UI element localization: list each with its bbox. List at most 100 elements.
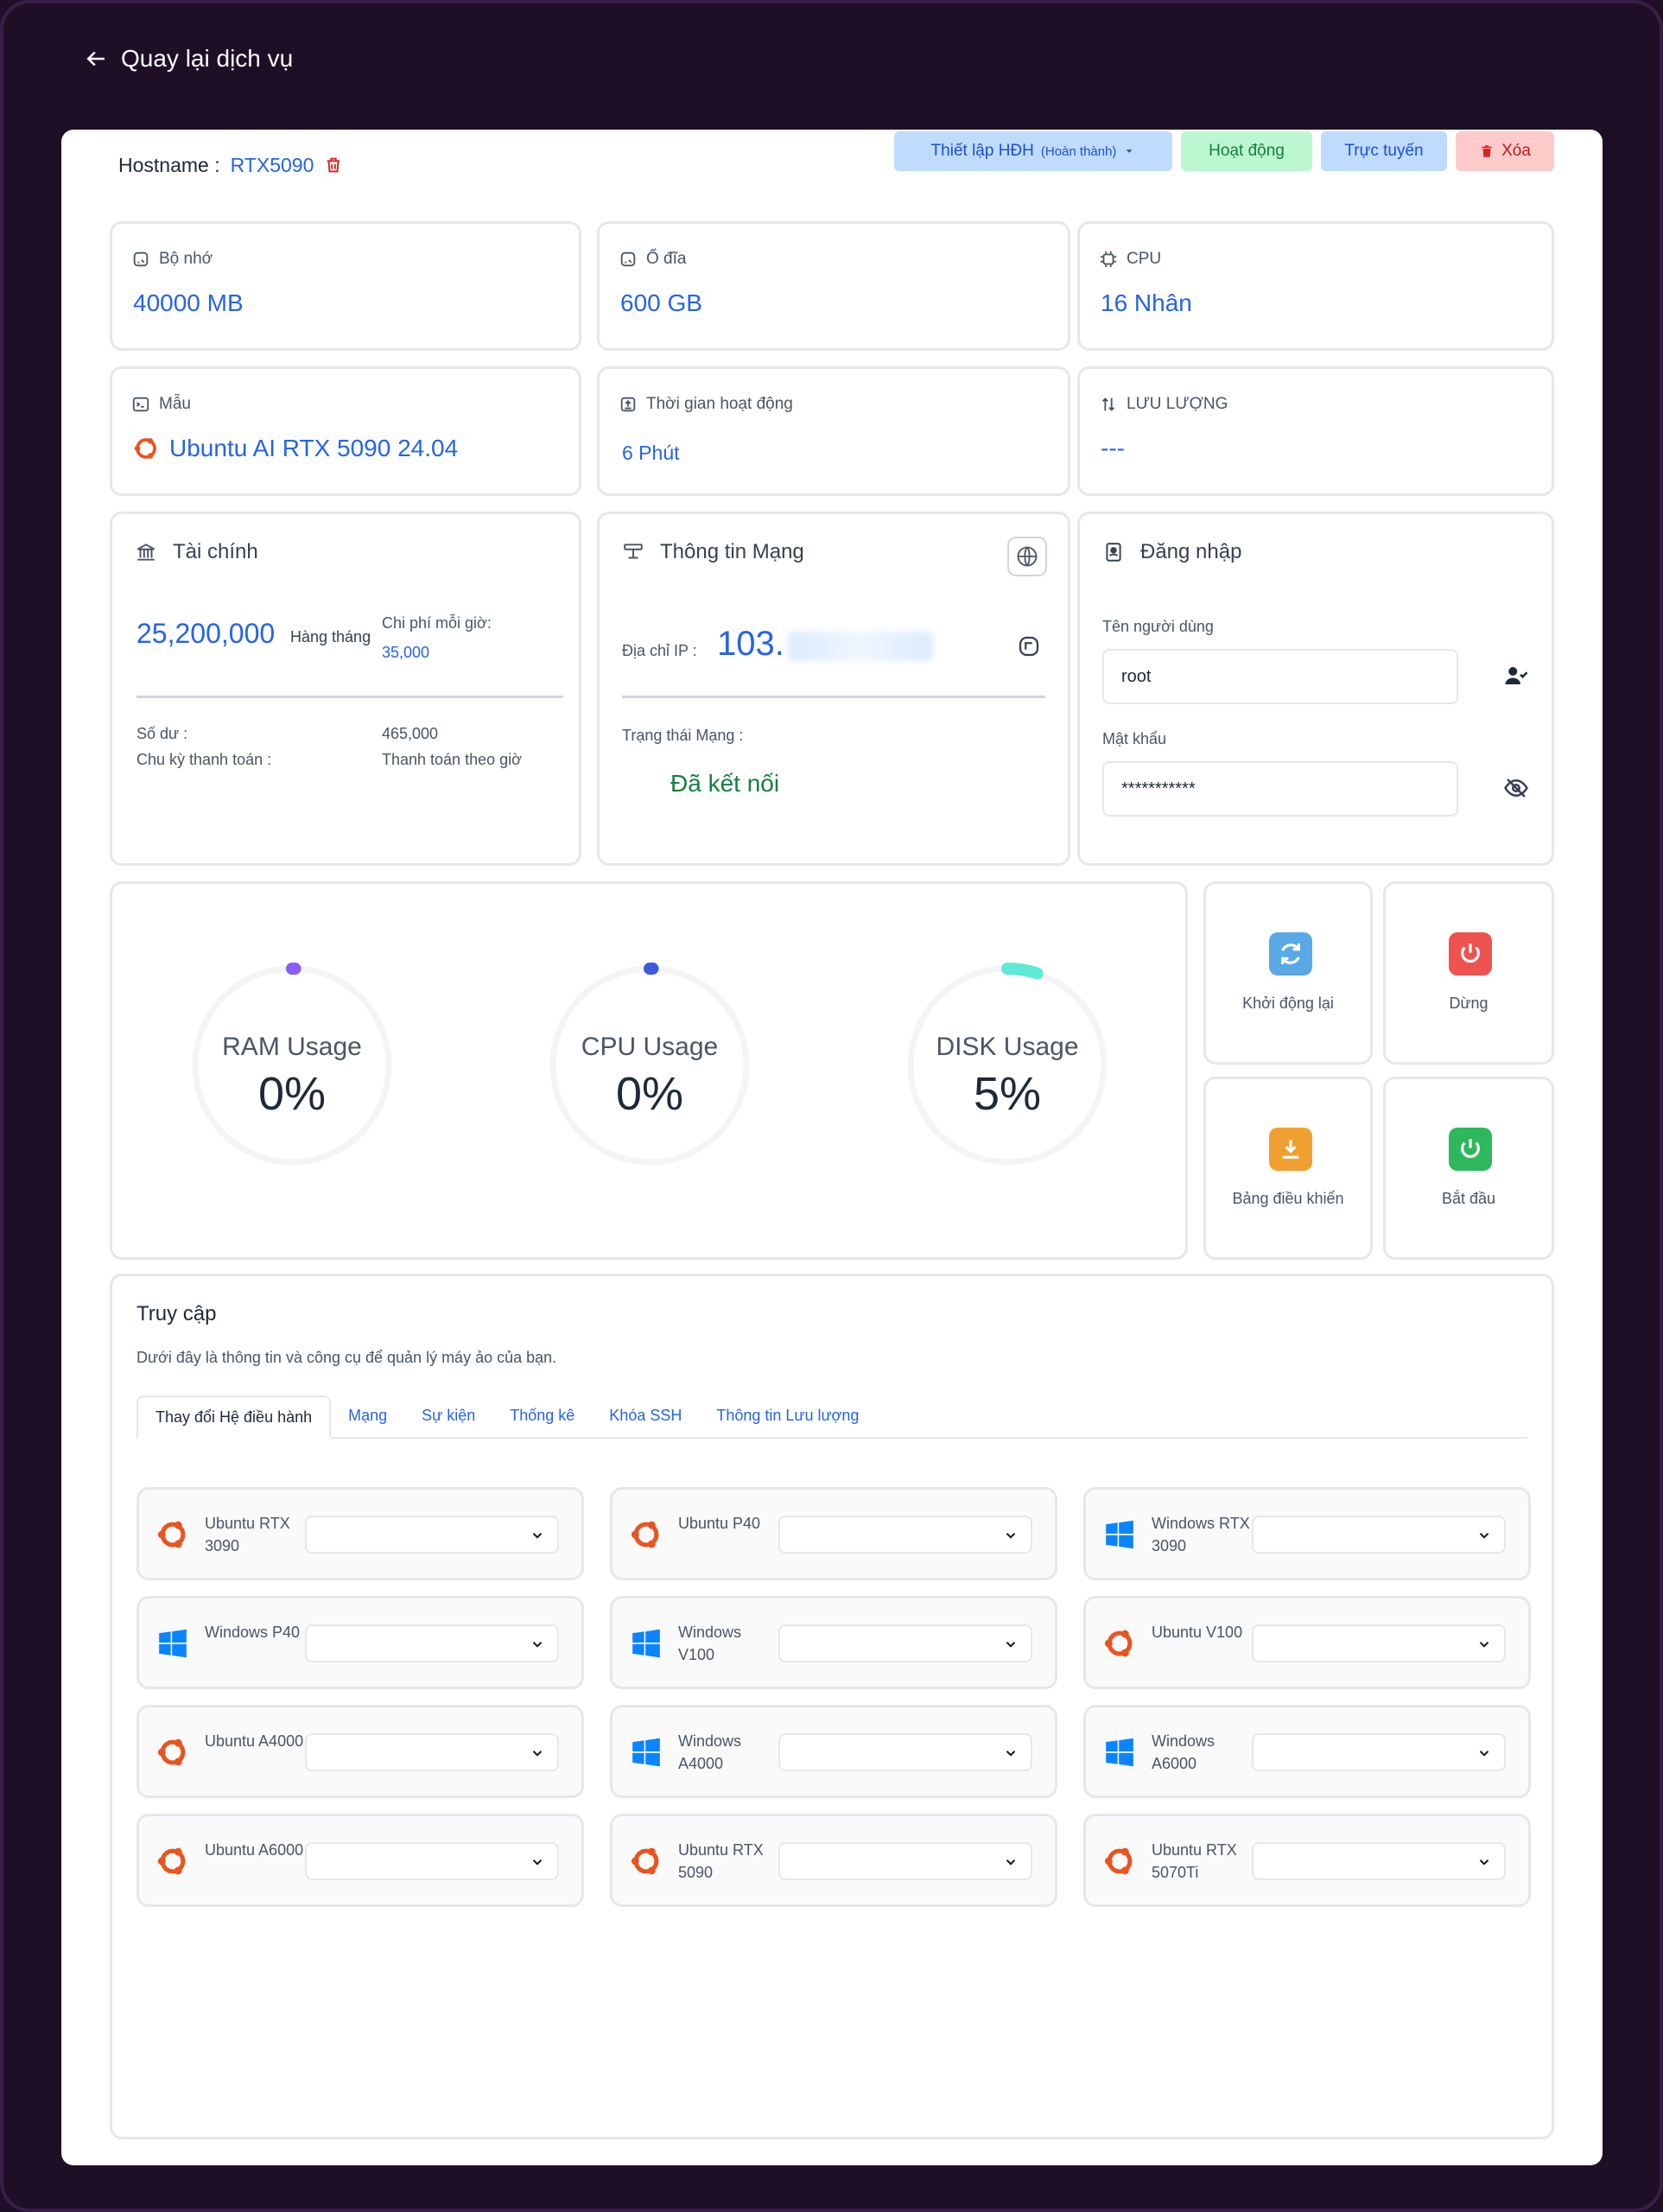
restart-button[interactable]: Khởi động lại [1203, 881, 1373, 1065]
tab-statistics[interactable]: Thống kê [492, 1394, 592, 1437]
windows-logo-icon [632, 1738, 660, 1767]
tab-network[interactable]: Mạng [331, 1394, 404, 1437]
trash-icon [1482, 145, 1493, 157]
os-version-select[interactable] [778, 1624, 1032, 1662]
chevron-down-icon [1006, 1859, 1016, 1866]
globe-button[interactable] [1007, 537, 1047, 576]
billing-cycle-value: Thanh toán theo giờ [382, 751, 522, 768]
user-check-icon[interactable] [1503, 663, 1529, 689]
hostname-label: Hostname : [118, 153, 220, 176]
os-option-card: Ubuntu RTX 3090 [136, 1487, 584, 1580]
hostname: Hostname : RTX5090 [118, 147, 343, 183]
ram-gauge-ring [192, 963, 392, 1166]
memory-label-text: Bộ nhớ [159, 250, 213, 268]
os-version-select[interactable] [305, 1516, 559, 1554]
login-title-text: Đăng nhập [1140, 540, 1242, 563]
os-setup-label: Thiết lập HĐH [930, 142, 1034, 160]
access-description: Dưới đây là thông tin và công cụ để quản… [136, 1349, 557, 1366]
tab-traffic-info[interactable]: Thông tin Lưu lượng [699, 1394, 876, 1437]
back-link[interactable]: Quay lại dịch vụ [83, 45, 293, 73]
disk-label: Ổ đĩa [619, 250, 686, 269]
uptime-value: 6 Phút [622, 442, 680, 464]
template-card: Mẫu Ubuntu AI RTX 5090 24.04 [110, 366, 581, 496]
os-version-select[interactable] [778, 1516, 1032, 1554]
terminal-icon [132, 397, 149, 412]
divider [622, 696, 1045, 698]
ip-redacted [788, 632, 933, 661]
usage-card: RAM Usage 0% CPU Usage 0% DISK Usage 5% [110, 881, 1188, 1260]
top-actions: Thiết lập HĐH (Hoàn thành) Hoạt động Trự… [894, 131, 1554, 171]
ram-usage-label: RAM Usage [222, 1033, 362, 1061]
start-button[interactable]: Bắt đầu [1383, 1077, 1554, 1260]
os-option-name: Windows RTX 3090 [1152, 1515, 1250, 1554]
os-version-select[interactable] [305, 1842, 559, 1880]
power-icon [1461, 1139, 1480, 1159]
password-field[interactable]: *********** [1102, 761, 1458, 817]
traffic-label: LƯU LƯỢNG [1099, 395, 1228, 414]
os-option-name: Ubuntu RTX 5090 [678, 1841, 764, 1881]
start-icon-box [1449, 1128, 1492, 1171]
trash-icon[interactable] [324, 156, 343, 175]
template-value: Ubuntu AI RTX 5090 24.04 [133, 435, 458, 462]
os-setup-button[interactable]: Thiết lập HĐH (Hoàn thành) [894, 131, 1172, 171]
username-label: Tên người dùng [1102, 618, 1214, 635]
os-option-card: Ubuntu RTX 5090 [610, 1814, 1057, 1907]
hostname-value: RTX5090 [230, 153, 314, 176]
billing-cycle-label: Chu kỳ thanh toán : [136, 751, 272, 768]
username-field[interactable]: root [1102, 649, 1458, 704]
ubuntu-logo-icon [631, 1847, 659, 1875]
login-title: Đăng nhập [1102, 540, 1241, 564]
finance-title: Tài chính [135, 540, 258, 564]
id-card-icon [1106, 543, 1121, 562]
copy-icon[interactable] [1016, 633, 1042, 659]
delete-button[interactable]: Xóa [1456, 131, 1554, 171]
os-option-card: Ubuntu RTX 5070Ti [1083, 1814, 1531, 1907]
tab-ssh-keys[interactable]: Khóa SSH [592, 1394, 699, 1437]
network-icon [624, 543, 643, 559]
os-version-select[interactable] [1252, 1733, 1506, 1771]
username-value: root [1121, 666, 1152, 686]
chevron-down-icon [532, 1533, 543, 1539]
upload-icon [620, 397, 636, 412]
password-value: *********** [1121, 779, 1196, 798]
console-icon-box [1269, 1128, 1312, 1171]
delete-label: Xóa [1501, 142, 1531, 160]
os-version-select[interactable] [778, 1733, 1032, 1771]
os-version-select[interactable] [1252, 1624, 1506, 1662]
windows-logo-icon [632, 1629, 660, 1658]
console-button[interactable]: Bảng điều khiển [1203, 1077, 1373, 1260]
ubuntu-logo-icon [134, 438, 156, 459]
tab-events[interactable]: Sự kiện [404, 1394, 492, 1437]
disk-gauge-ring [907, 963, 1108, 1166]
template-value-text: Ubuntu AI RTX 5090 24.04 [169, 435, 459, 461]
status-online-button[interactable]: Trực tuyến [1321, 131, 1447, 171]
os-version-select[interactable] [305, 1733, 559, 1771]
finance-amount: 25,200,000 [136, 618, 276, 649]
bank-icon [136, 543, 156, 561]
chevron-down-icon [1479, 1642, 1489, 1648]
access-tabs: Thay đổi Hệ điều hành Mạng Sự kiện Thống… [136, 1395, 1527, 1439]
refresh-icon [1281, 944, 1300, 964]
disk-icon [620, 251, 636, 267]
os-version-select[interactable] [1252, 1842, 1506, 1880]
os-option-name: Windows P40 [205, 1624, 301, 1641]
back-link-label: Quay lại dịch vụ [121, 45, 294, 72]
os-version-select[interactable] [1252, 1516, 1506, 1554]
os-version-select[interactable] [305, 1624, 559, 1662]
eye-off-icon[interactable] [1503, 775, 1529, 801]
cpu-usage-label: CPU Usage [581, 1033, 719, 1061]
network-status-value: Đã kết nối [670, 770, 780, 797]
status-active-label: Hoạt động [1209, 142, 1285, 160]
memory-card: Bộ nhớ 40000 MB [110, 221, 581, 351]
os-option-card: Windows A6000 [1083, 1705, 1531, 1798]
console-label: Bảng điều khiển [1232, 1190, 1344, 1207]
network-status-label: Trạng thái Mạng : [622, 727, 744, 744]
os-option-card: Ubuntu A4000 [136, 1705, 584, 1798]
os-option-name: Windows A4000 [678, 1732, 742, 1772]
stop-label: Dừng [1449, 995, 1488, 1012]
stop-button[interactable]: Dừng [1383, 881, 1554, 1065]
os-option-name: Ubuntu A4000 [205, 1732, 304, 1750]
os-version-select[interactable] [778, 1842, 1032, 1880]
status-active-button[interactable]: Hoạt động [1181, 131, 1312, 171]
tab-change-os[interactable]: Thay đổi Hệ điều hành [136, 1395, 332, 1439]
